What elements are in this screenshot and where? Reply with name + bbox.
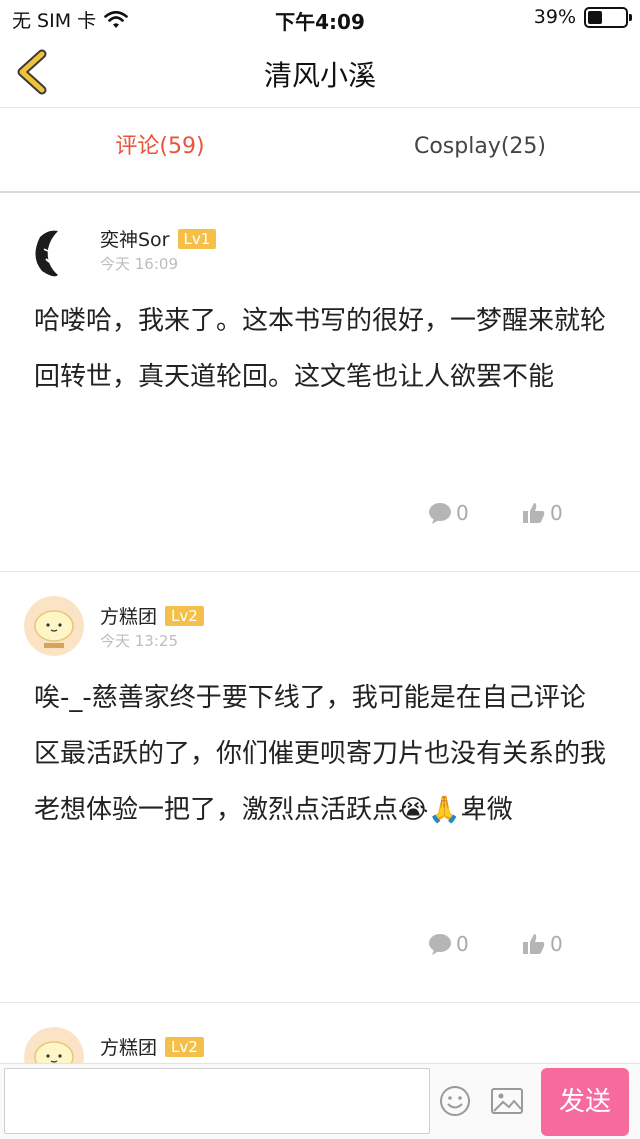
level-badge: Lv2	[165, 1037, 204, 1057]
reply-count: 0	[456, 932, 469, 956]
comment-input-bar: 发送	[0, 1063, 640, 1139]
comment-actions: 0 0	[0, 461, 640, 571]
thumbs-up-icon	[523, 503, 545, 523]
username[interactable]: 奕神Sor Lv1	[100, 225, 217, 252]
like-button[interactable]: 0	[522, 932, 563, 956]
emoji-button[interactable]	[438, 1084, 472, 1118]
comment-time: 今天 13:25	[100, 632, 178, 650]
status-bar: 无 SIM 卡 下午4:09 39%	[0, 0, 640, 36]
username-text: 奕神Sor	[100, 229, 170, 251]
avatar[interactable]	[24, 219, 84, 279]
tab-bar: 评论(59) Cosplay(25)	[0, 109, 640, 193]
comment-actions: 0 0	[0, 892, 640, 1002]
battery-level-fill	[588, 10, 603, 24]
username[interactable]: 方糕团 Lv2	[100, 602, 204, 629]
page-title: 清风小溪	[263, 59, 376, 92]
username[interactable]: 方糕团 Lv2	[100, 1033, 204, 1060]
chat-bubble-icon	[429, 503, 451, 524]
comment-header: 方糕团 Lv2	[0, 1003, 640, 1063]
comment-item: 方糕团 Lv2 今天 13:25 唉-_-慈善家终于要下线了，我可能是在自己评论区…	[0, 572, 640, 1003]
reply-button[interactable]: 0	[428, 932, 469, 956]
comment-input[interactable]	[4, 1068, 430, 1134]
avatar[interactable]	[24, 1027, 84, 1063]
tab-cosplay[interactable]: Cosplay(25)	[320, 109, 640, 191]
chat-bubble-icon	[429, 934, 451, 955]
chevron-left-icon	[17, 49, 47, 95]
tab-comments[interactable]: 评论(59)	[0, 109, 320, 191]
navigation-bar: 清风小溪	[0, 36, 640, 108]
back-button[interactable]	[12, 48, 56, 96]
comment-text: 哈喽哈，我来了。这本书写的很好，一梦醒来就轮回转世，真天道轮回。这文笔也让人欲罢…	[34, 306, 607, 392]
like-count: 0	[550, 932, 563, 956]
comment-time: 今天 16:09	[100, 255, 178, 273]
image-button[interactable]	[490, 1084, 524, 1118]
thumbs-up-icon	[523, 934, 545, 954]
like-button[interactable]: 0	[522, 501, 563, 525]
avatar[interactable]	[24, 596, 84, 656]
reply-button[interactable]: 0	[428, 501, 469, 525]
smiley-icon	[440, 1086, 470, 1116]
comment-item: 方糕团 Lv2	[0, 1003, 640, 1063]
comment-text: 唉-_-慈善家终于要下线了，我可能是在自己评论区最活跃的了，你们催更呗寄刀片也没…	[34, 683, 607, 825]
reply-count: 0	[456, 501, 469, 525]
status-right: 39%	[533, 6, 632, 28]
comment-item: 奕神Sor Lv1 今天 16:09 哈喽哈，我来了。这本书写的很好，一梦醒来就轮…	[0, 195, 640, 572]
username-text: 方糕团	[100, 606, 158, 628]
level-badge: Lv1	[177, 229, 217, 249]
send-button[interactable]: 发送	[541, 1068, 629, 1136]
battery-icon	[584, 6, 632, 28]
comment-list[interactable]: 奕神Sor Lv1 今天 16:09 哈喽哈，我来了。这本书写的很好，一梦醒来就轮…	[0, 195, 640, 1063]
username-text: 方糕团	[100, 1037, 158, 1059]
comment-header: 奕神Sor Lv1 今天 16:09	[0, 195, 640, 293]
comment-header: 方糕团 Lv2 今天 13:25	[0, 572, 640, 670]
like-count: 0	[550, 501, 563, 525]
image-icon	[491, 1088, 523, 1114]
level-badge: Lv2	[165, 606, 204, 626]
battery-percent: 39%	[533, 6, 576, 28]
